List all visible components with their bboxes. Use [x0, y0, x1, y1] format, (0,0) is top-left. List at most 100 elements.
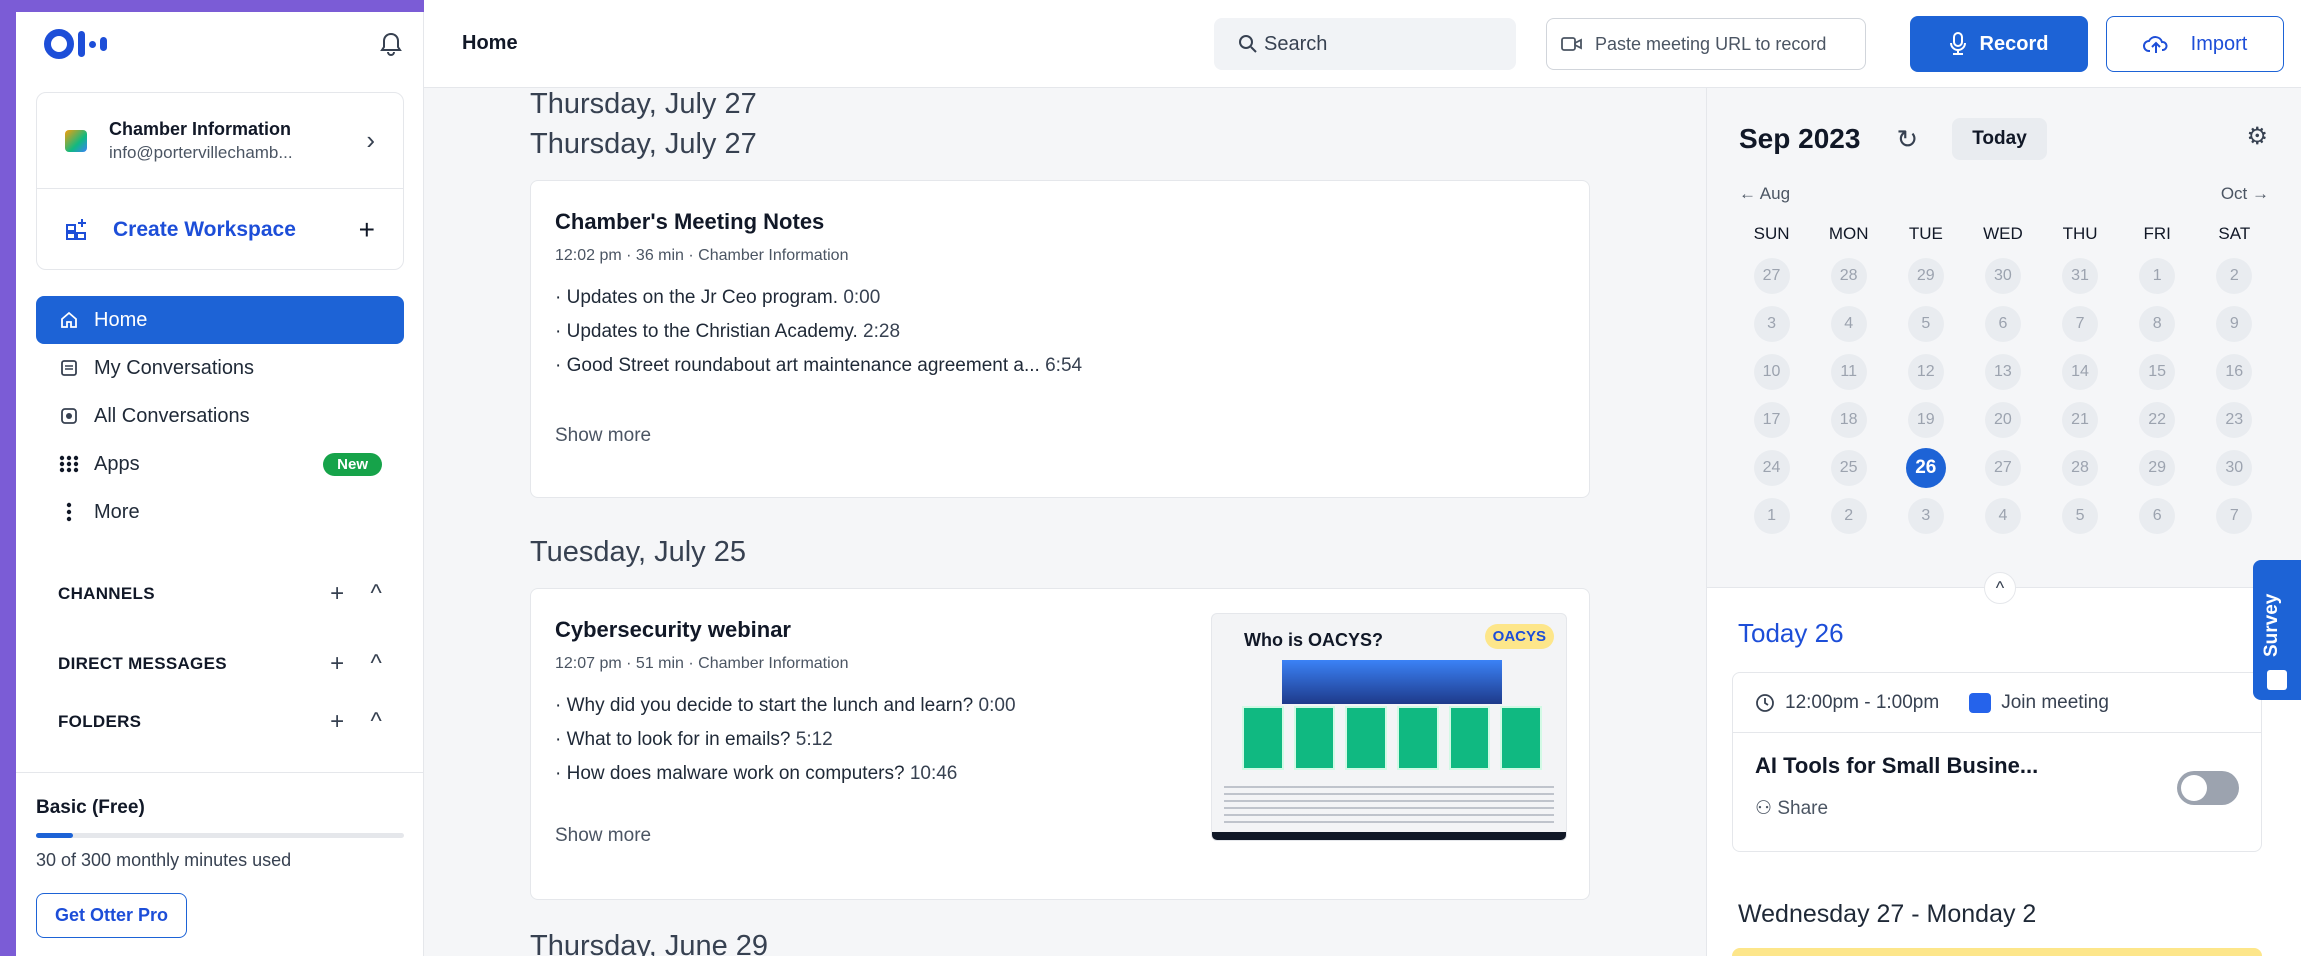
sidebar-item-home[interactable]: Home	[36, 296, 404, 344]
calendar-day[interactable]: 28	[1810, 252, 1887, 300]
calendar-day-selected[interactable]: 26	[1887, 444, 1964, 492]
calendar-day[interactable]: 7	[2196, 492, 2273, 540]
otter-logo[interactable]	[44, 29, 107, 59]
summary-bullet[interactable]: · How does malware work on computers? 10…	[555, 757, 1016, 791]
calendar-day[interactable]: 4	[1964, 492, 2041, 540]
create-workspace-label: Create Workspace	[113, 218, 296, 241]
join-meeting-link[interactable]: Join meeting	[1969, 692, 2109, 714]
calendar-day[interactable]: 1	[2119, 252, 2196, 300]
channels-section[interactable]: CHANNELS + ^	[36, 574, 404, 614]
today-heading: Today 26	[1738, 618, 1844, 648]
refresh-icon[interactable]: ↻	[1896, 124, 1918, 155]
calendar-day[interactable]: 5	[2042, 492, 2119, 540]
calendar-day[interactable]: 21	[2042, 396, 2119, 444]
calendar-day[interactable]: 12	[1887, 348, 1964, 396]
create-workspace-button[interactable]: Create Workspace +	[37, 189, 403, 271]
calendar-day[interactable]: 29	[1887, 252, 1964, 300]
survey-tab[interactable]: Survey	[2253, 560, 2301, 700]
calendar-day[interactable]: 11	[1810, 348, 1887, 396]
summary-bullet[interactable]: · What to look for in emails? 5:12	[555, 723, 1016, 757]
conversation-card[interactable]: Cybersecurity webinar 12:07 pm · 51 min …	[530, 588, 1590, 900]
sidebar-item-all-conversations[interactable]: All Conversations	[36, 392, 404, 440]
get-otter-pro-button[interactable]: Get Otter Pro	[36, 893, 188, 938]
calendar-day[interactable]: 31	[2042, 252, 2119, 300]
record-button[interactable]: Record	[1910, 16, 2088, 72]
sidebar-item-apps[interactable]: Apps New	[36, 440, 404, 488]
calendar-day[interactable]: 17	[1733, 396, 1810, 444]
bell-icon[interactable]	[378, 31, 404, 57]
conversation-title[interactable]: Cybersecurity webinar	[555, 617, 791, 643]
add-dm-icon[interactable]: +	[330, 650, 344, 678]
calendar-day[interactable]: 15	[2119, 348, 2196, 396]
survey-icon	[2267, 670, 2287, 690]
collapse-icon[interactable]: ^	[370, 650, 382, 678]
calendar-day[interactable]: 14	[2042, 348, 2119, 396]
collapse-icon[interactable]: ^	[370, 708, 382, 736]
calendar-day[interactable]: 16	[2196, 348, 2273, 396]
calendar-day[interactable]: 23	[2196, 396, 2273, 444]
add-channel-icon[interactable]: +	[330, 580, 344, 608]
calendar-day[interactable]: 2	[2196, 252, 2273, 300]
calendar-day[interactable]: 20	[1964, 396, 2041, 444]
sidebar-item-my-conversations[interactable]: My Conversations	[36, 344, 404, 392]
plan-title: Basic (Free)	[36, 797, 145, 818]
calendar-day[interactable]: 5	[1887, 300, 1964, 348]
import-button[interactable]: Import	[2106, 16, 2284, 72]
calendar-day[interactable]: 27	[1964, 444, 2041, 492]
add-folder-icon[interactable]: +	[330, 708, 344, 736]
calendar-week: 27 28 29 30 31 1 2	[1733, 252, 2273, 300]
event-title[interactable]: AI Tools for Small Busine...	[1755, 753, 2038, 779]
calendar-day[interactable]: 9	[2196, 300, 2273, 348]
calendar-day[interactable]: 2	[1810, 492, 1887, 540]
summary-bullet[interactable]: · Good Street roundabout art maintenance…	[555, 349, 1082, 383]
folders-section[interactable]: FOLDERS + ^	[36, 702, 404, 742]
calendar-day[interactable]: 6	[1964, 300, 2041, 348]
calendar-day[interactable]: 29	[2119, 444, 2196, 492]
workspace-avatar	[65, 129, 87, 152]
summary-bullet[interactable]: · Updates on the Jr Ceo program. 0:00	[555, 281, 1082, 315]
share-link[interactable]: ⚇ Share	[1755, 797, 1828, 820]
calendar-day[interactable]: 30	[2196, 444, 2273, 492]
calendar-day[interactable]: 8	[2119, 300, 2196, 348]
summary-bullet[interactable]: · Updates to the Christian Academy. 2:28	[555, 315, 1082, 349]
workspace-switcher[interactable]: Chamber Information info@portervillecham…	[37, 93, 403, 189]
calendar-day[interactable]: 7	[2042, 300, 2119, 348]
calendar-day[interactable]: 30	[1964, 252, 2041, 300]
meeting-url-input[interactable]: Paste meeting URL to record	[1546, 18, 1866, 70]
calendar-day[interactable]: 13	[1964, 348, 2041, 396]
calendar-day[interactable]: 4	[1810, 300, 1887, 348]
prev-month-link[interactable]: ← Aug	[1739, 184, 1790, 204]
calendar-day[interactable]: 3	[1887, 492, 1964, 540]
calendar-day[interactable]: 18	[1810, 396, 1887, 444]
settings-gear-icon[interactable]: ⚙	[2246, 122, 2268, 151]
sidebar-item-label: All Conversations	[94, 404, 250, 427]
calendar-day[interactable]: 1	[1733, 492, 1810, 540]
show-more-link[interactable]: Show more	[555, 825, 651, 847]
next-month-link[interactable]: Oct →	[2221, 184, 2269, 204]
direct-messages-section[interactable]: DIRECT MESSAGES + ^	[36, 644, 404, 684]
upcoming-event-strip[interactable]	[1732, 948, 2262, 956]
calendar-day[interactable]: 25	[1810, 444, 1887, 492]
conversation-meta: 12:02 pm · 36 min · Chamber Information	[555, 247, 849, 264]
slide-thumbnail[interactable]: Who is OACYS? OACYS	[1211, 613, 1567, 841]
calendar-day[interactable]: 19	[1887, 396, 1964, 444]
summary-bullet[interactable]: · Why did you decide to start the lunch …	[555, 689, 1016, 723]
event-card[interactable]: 12:00pm - 1:00pm Join meeting AI Tools f…	[1732, 672, 2262, 852]
auto-join-toggle[interactable]	[2177, 771, 2239, 805]
calendar-day[interactable]: 27	[1733, 252, 1810, 300]
conversation-card[interactable]: Chamber's Meeting Notes 12:02 pm · 36 mi…	[530, 180, 1590, 498]
calendar-day[interactable]: 28	[2042, 444, 2119, 492]
calendar-day[interactable]: 24	[1733, 444, 1810, 492]
calendar-day[interactable]: 6	[2119, 492, 2196, 540]
show-more-link[interactable]: Show more	[555, 425, 651, 447]
sidebar-item-more[interactable]: More	[36, 488, 404, 536]
search-input[interactable]: Search	[1214, 18, 1516, 70]
collapse-icon[interactable]: ^	[370, 580, 382, 608]
today-button[interactable]: Today	[1952, 118, 2047, 160]
conversation-title[interactable]: Chamber's Meeting Notes	[555, 209, 824, 235]
calendar-day[interactable]: 3	[1733, 300, 1810, 348]
chevron-up-icon[interactable]: ^	[1984, 572, 2016, 604]
sidebar-header	[44, 24, 404, 64]
calendar-day[interactable]: 22	[2119, 396, 2196, 444]
calendar-day[interactable]: 10	[1733, 348, 1810, 396]
